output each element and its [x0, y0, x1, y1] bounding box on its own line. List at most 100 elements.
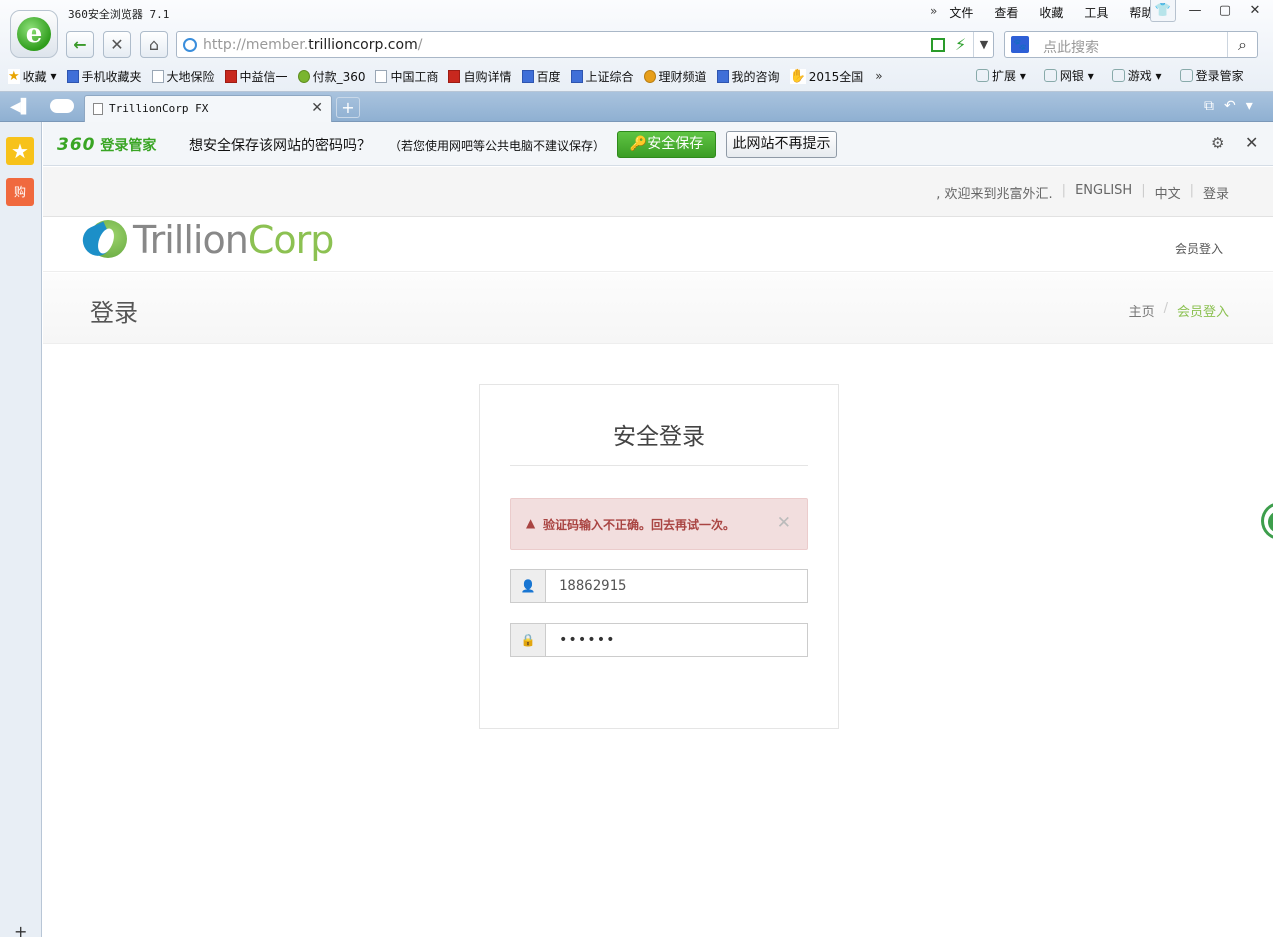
baidu-paw-icon[interactable]: 🐾	[1011, 36, 1029, 53]
paw-icon	[570, 69, 583, 83]
menu-tools[interactable]: 工具	[1084, 4, 1108, 21]
home-button[interactable]: ⌂	[140, 31, 168, 58]
search-icon[interactable]: ⌕	[1227, 32, 1257, 57]
favorites-star-icon[interactable]: ★	[6, 137, 34, 165]
tab-title: TrillionCorp FX	[109, 102, 209, 115]
skin-icon[interactable]: 👕	[1150, 0, 1176, 22]
back-button[interactable]: ←	[66, 31, 94, 58]
cloud-icon[interactable]	[50, 99, 74, 113]
logo-text: TrillionCorp	[133, 218, 334, 262]
site-logo[interactable]: TrillionCorp	[77, 217, 334, 263]
star-icon: ★	[8, 68, 20, 84]
tab-tools-icon[interactable]: ⧉↶▾	[1204, 98, 1263, 114]
ebank-button[interactable]: 网银 ▾	[1043, 67, 1094, 84]
user-icon: 👤	[511, 570, 546, 602]
page-title: 登录	[90, 299, 138, 327]
username-input[interactable]: 18862915	[559, 578, 626, 594]
shopping-bag-icon[interactable]: 购	[6, 178, 34, 206]
menu-bar: » 文件 查看 收藏 工具 帮助	[930, 4, 1174, 21]
floating-widget[interactable]: 5	[1261, 502, 1273, 540]
close-alert-icon[interactable]: ✕	[777, 513, 791, 533]
breadcrumb-home[interactable]: 主页	[1129, 301, 1155, 320]
member-login-link[interactable]: 会员登入	[1175, 240, 1223, 257]
tab-trillioncorp[interactable]: TrillionCorp FX ✕	[84, 95, 332, 122]
new-tab-button[interactable]: +	[336, 97, 360, 118]
password-input[interactable]: ••••••	[559, 632, 616, 648]
menu-view[interactable]: 查看	[994, 4, 1018, 21]
minimize-icon[interactable]: —	[1180, 0, 1210, 22]
stop-button[interactable]: ✕	[103, 31, 131, 58]
login-manager-logo: 360 登录管家	[57, 135, 157, 155]
bookmark-consult[interactable]: 我的咨询	[716, 68, 780, 85]
divider: |	[1061, 183, 1067, 198]
bookmarks-more-icon[interactable]: »	[875, 69, 882, 83]
address-dropdown-icon[interactable]: ▼	[973, 32, 994, 57]
speed-mode-icon[interactable]: ⚡	[955, 35, 966, 54]
site-topbar: , 欢迎来到兆富外汇. | ENGLISH | 中文 | 登录	[43, 167, 1273, 217]
bookmark-mobile[interactable]: 手机收藏夹	[66, 68, 142, 85]
menu-favorites[interactable]: 收藏	[1039, 4, 1063, 21]
divider: |	[1189, 183, 1194, 198]
tab-bar: ◀▌ TrillionCorp FX ✕ + ⧉↶▾	[0, 92, 1273, 122]
browser-toolbar: e 360安全浏览器 7.1 » 文件 查看 收藏 工具 帮助 👕 — ▢ ✕ …	[0, 0, 1273, 92]
login-manager-button[interactable]: 登录管家	[1179, 67, 1244, 84]
bookmark-sse[interactable]: 上证综合	[570, 68, 634, 85]
games-button[interactable]: 游戏 ▾	[1111, 67, 1162, 84]
sidebar-toggle-icon[interactable]: ◀▌	[10, 99, 32, 115]
qr-code-icon[interactable]	[931, 38, 945, 52]
never-for-site-button[interactable]: 此网站不再提示	[726, 131, 837, 158]
bookmark-zhongyi[interactable]: 中益信一	[224, 68, 288, 85]
grid-icon	[976, 69, 989, 82]
address-bar[interactable]: http://member.trillioncorp.com/ ⚡ ▼	[176, 31, 994, 58]
add-panel-icon[interactable]: +	[14, 922, 27, 941]
search-box[interactable]: 🐾 点此搜索 ⌕	[1004, 31, 1258, 58]
lang-english-link[interactable]: ENGLISH	[1075, 183, 1132, 202]
close-window-icon[interactable]: ✕	[1240, 0, 1270, 22]
address-url[interactable]: http://member.trillioncorp.com/	[203, 37, 422, 53]
browser-logo-icon[interactable]: e	[10, 10, 58, 58]
trillioncorp-logo-icon	[77, 218, 129, 262]
bookmark-dadi[interactable]: 大地保险	[151, 68, 215, 85]
login-link[interactable]: 登录	[1203, 183, 1229, 202]
bookmark-purchase[interactable]: 自购详情	[448, 68, 512, 85]
site-icon	[448, 69, 461, 83]
extensions-button[interactable]: 扩展 ▾	[976, 67, 1026, 84]
site-icon	[643, 69, 656, 83]
plus-icon	[297, 69, 310, 83]
paw-icon	[521, 69, 534, 83]
search-input[interactable]: 点此搜索	[1043, 37, 1099, 57]
key-icon	[1179, 69, 1193, 82]
bookmark-icbc[interactable]: 中国工商	[375, 68, 438, 85]
gear-icon[interactable]: ⚙	[1211, 134, 1224, 152]
menu-file[interactable]: 文件	[949, 4, 973, 21]
phone-icon	[66, 69, 79, 83]
close-icon[interactable]: ✕	[1245, 133, 1258, 152]
bookmark-payment[interactable]: 付款_360	[297, 68, 365, 85]
error-alert: ▲ 验证码输入不正确。回去再试一次。 ✕	[510, 498, 808, 550]
password-save-bar: 360 登录管家 想安全保存该网站的密码吗？ （若您使用网吧等公共电脑不建议保存…	[43, 122, 1273, 166]
bookmark-favorites[interactable]: ★ 收藏 ▾	[8, 68, 57, 85]
bookmark-finance[interactable]: 理财频道	[643, 68, 707, 85]
lang-chinese-link[interactable]: 中文	[1155, 183, 1181, 202]
widget-icon: 5	[1268, 511, 1273, 533]
menu-chevron-icon[interactable]: »	[930, 4, 937, 21]
bookmarks-bar: ★ 收藏 ▾ 手机收藏夹 大地保险 中益信一 付款_360 中国工商 自购详情 百…	[8, 67, 883, 85]
site-icon	[716, 69, 729, 83]
username-field[interactable]: 👤 18862915	[510, 569, 808, 603]
maximize-icon[interactable]: ▢	[1210, 0, 1240, 22]
divider: |	[1141, 183, 1146, 198]
save-password-note: （若您使用网吧等公共电脑不建议保存）	[389, 139, 606, 153]
web-page: , 欢迎来到兆富外汇. | ENGLISH | 中文 | 登录 Trillion…	[43, 167, 1273, 937]
breadcrumb-current: 会员登入	[1176, 305, 1229, 320]
bookmark-baidu[interactable]: 百度	[521, 68, 561, 85]
page-title-bar: 登录 主页 / 会员登入	[43, 273, 1273, 344]
breadcrumb-separator: /	[1163, 301, 1168, 316]
bookmark-2015[interactable]: ✋ 2015全国	[789, 68, 863, 85]
save-password-question: 想安全保存该网站的密码吗？	[189, 138, 371, 154]
login-title: 安全登录	[510, 417, 808, 466]
password-field[interactable]: 🔒 ••••••	[510, 623, 808, 657]
hand-icon: ✋	[789, 68, 806, 84]
secure-save-button[interactable]: 🔑安全保存	[617, 131, 716, 158]
close-tab-icon[interactable]: ✕	[311, 100, 323, 116]
window-controls: 👕 — ▢ ✕	[1150, 0, 1270, 22]
